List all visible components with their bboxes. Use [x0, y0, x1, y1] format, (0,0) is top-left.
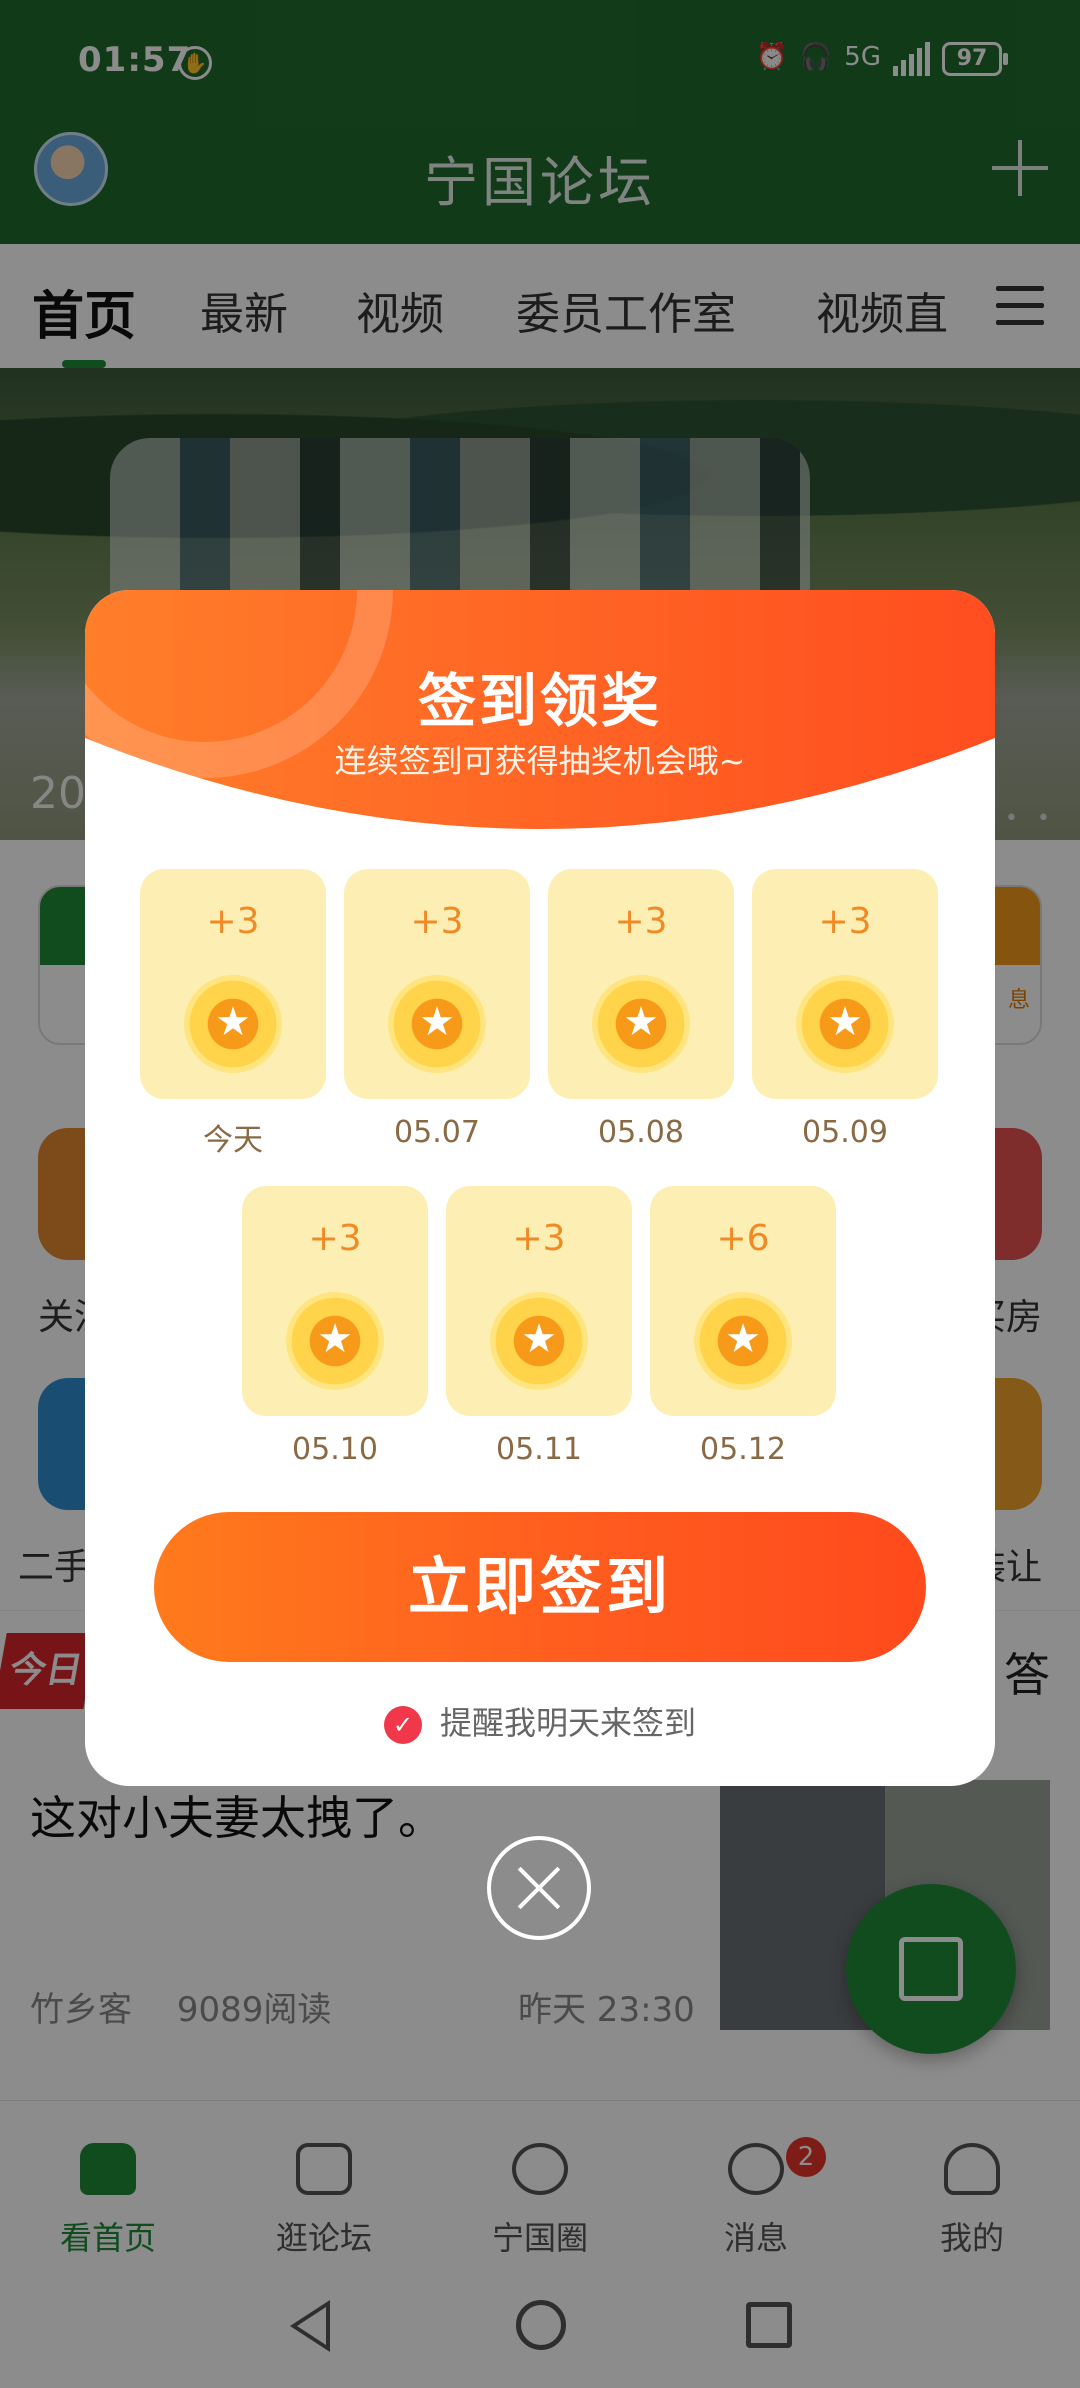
- day-points: +6: [716, 1218, 770, 1259]
- day-label: 05.08: [598, 1115, 684, 1150]
- day-points: +3: [512, 1218, 566, 1259]
- day-card-0510: +3 ★ 05.10: [242, 1186, 428, 1467]
- day-label: 今天: [203, 1123, 263, 1158]
- coin-star-icon: ★: [388, 975, 486, 1073]
- day-points: +3: [308, 1218, 362, 1259]
- remind-toggle[interactable]: ✓ 提醒我明天来签到: [85, 1698, 995, 1744]
- coin-star-icon: ★: [592, 975, 690, 1073]
- coin-star-icon: ★: [694, 1292, 792, 1390]
- day-points: +3: [206, 901, 260, 942]
- day-points: +3: [818, 901, 872, 942]
- check-icon[interactable]: ✓: [383, 1706, 422, 1744]
- coin-star-icon: ★: [490, 1292, 588, 1390]
- close-icon[interactable]: [487, 1836, 591, 1940]
- day-card-today: +3 ★ 今天: [140, 869, 326, 1159]
- remind-label: 提醒我明天来签到: [439, 1704, 696, 1742]
- sign-in-button[interactable]: 立即签到: [154, 1512, 926, 1662]
- day-label: 05.07: [394, 1115, 480, 1150]
- coin-star-icon: ★: [184, 975, 282, 1073]
- coin-star-icon: ★: [796, 975, 894, 1073]
- day-card-0512: +6 ★ 05.12: [650, 1186, 836, 1467]
- dialog-header: 签到领奖 连续签到可获得抽奖机会哦~: [85, 590, 995, 840]
- sign-in-dialog: 签到领奖 连续签到可获得抽奖机会哦~ +3 ★ 今天 +3 ★ 05.07 +3 ★ …: [85, 590, 995, 1786]
- day-label: 05.12: [700, 1432, 786, 1467]
- day-card-0507: +3 ★ 05.07: [344, 869, 530, 1150]
- dialog-subtitle: 连续签到可获得抽奖机会哦~: [334, 742, 746, 780]
- day-points: +3: [614, 901, 668, 942]
- day-label: 05.11: [496, 1432, 582, 1467]
- day-card-0511: +3 ★ 05.11: [446, 1186, 632, 1467]
- dialog-title: 签到领奖: [417, 667, 662, 735]
- day-card-0508: +3 ★ 05.08: [548, 869, 734, 1150]
- day-label: 05.10: [292, 1432, 378, 1467]
- coin-star-icon: ★: [286, 1292, 384, 1390]
- day-points: +3: [410, 901, 464, 942]
- day-card-0509: +3 ★ 05.09: [752, 869, 938, 1150]
- day-label: 05.09: [802, 1115, 888, 1150]
